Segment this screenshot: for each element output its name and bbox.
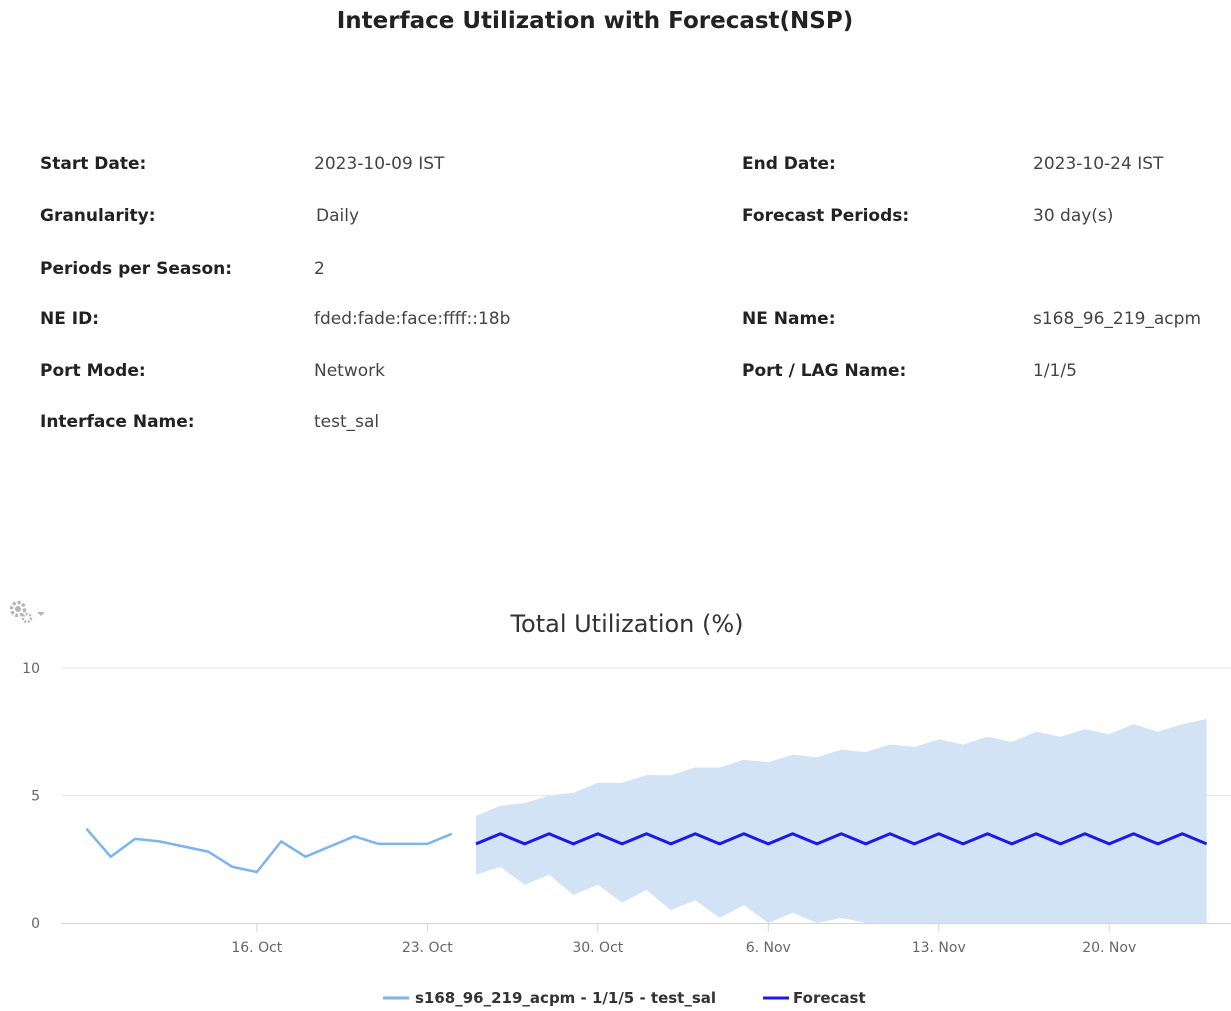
end-date-label: End Date: — [742, 154, 836, 174]
actual-utilization-line — [85, 827, 453, 874]
port-mode-value: Network — [314, 361, 385, 381]
x-tick-label: 30. Oct — [572, 940, 623, 956]
periods-per-season-value: 2 — [314, 259, 325, 279]
x-tick-label: 23. Oct — [402, 940, 453, 956]
legend: s168_96_219_acpm - 1/1/5 - test_sal Forec… — [383, 989, 866, 1007]
ne-id-label: NE ID: — [40, 309, 99, 329]
ne-name-label: NE Name: — [742, 309, 836, 329]
x-axis: 16. Oct 23. Oct 30. Oct 6. Nov 13. Nov 20. No… — [62, 923, 1231, 956]
x-tick-label: 13. Nov — [912, 940, 966, 956]
y-axis: 0 5 10 — [22, 661, 40, 932]
ne-id-value: fded:fade:face:ffff::18b — [314, 309, 511, 329]
port-lag-name-value: 1/1/5 — [1033, 361, 1077, 381]
y-tick-label: 0 — [31, 916, 40, 932]
ne-name-value: s168_96_219_acpm — [1033, 309, 1201, 329]
forecast-periods-value: 30 day(s) — [1033, 206, 1114, 226]
interface-name-value: test_sal — [314, 412, 380, 432]
legend-item-actual-label: s168_96_219_acpm - 1/1/5 - test_sal — [415, 989, 716, 1007]
start-date-value: 2023-10-09 IST — [314, 154, 445, 174]
port-lag-name-label: Port / LAG Name: — [742, 361, 907, 381]
legend-item-forecast-label: Forecast — [793, 989, 866, 1007]
granularity-value: Daily — [316, 206, 360, 226]
utilization-chart: Total Utilization (%) 16. Oct 23. Oct 30. … — [22, 610, 1231, 1007]
start-date-label: Start Date: — [40, 154, 147, 174]
end-date-value: 2023-10-24 IST — [1033, 154, 1164, 174]
y-tick-label: 10 — [22, 661, 40, 677]
report-title: Interface Utilization with Forecast(NSP) — [336, 8, 854, 34]
x-tick-label: 20. Nov — [1082, 940, 1136, 956]
chart-title: Total Utilization (%) — [509, 610, 743, 638]
x-tick-label: 16. Oct — [231, 940, 282, 956]
forecast-band-area — [476, 719, 1207, 923]
periods-per-season-label: Periods per Season: — [40, 259, 233, 279]
y-tick-label: 5 — [31, 789, 40, 805]
forecast-confidence-band — [476, 719, 1207, 923]
port-mode-label: Port Mode: — [40, 361, 146, 381]
x-tick-label: 6. Nov — [746, 940, 791, 956]
granularity-label: Granularity: — [40, 206, 156, 226]
forecast-periods-label: Forecast Periods: — [742, 206, 910, 226]
interface-name-label: Interface Name: — [40, 412, 195, 432]
